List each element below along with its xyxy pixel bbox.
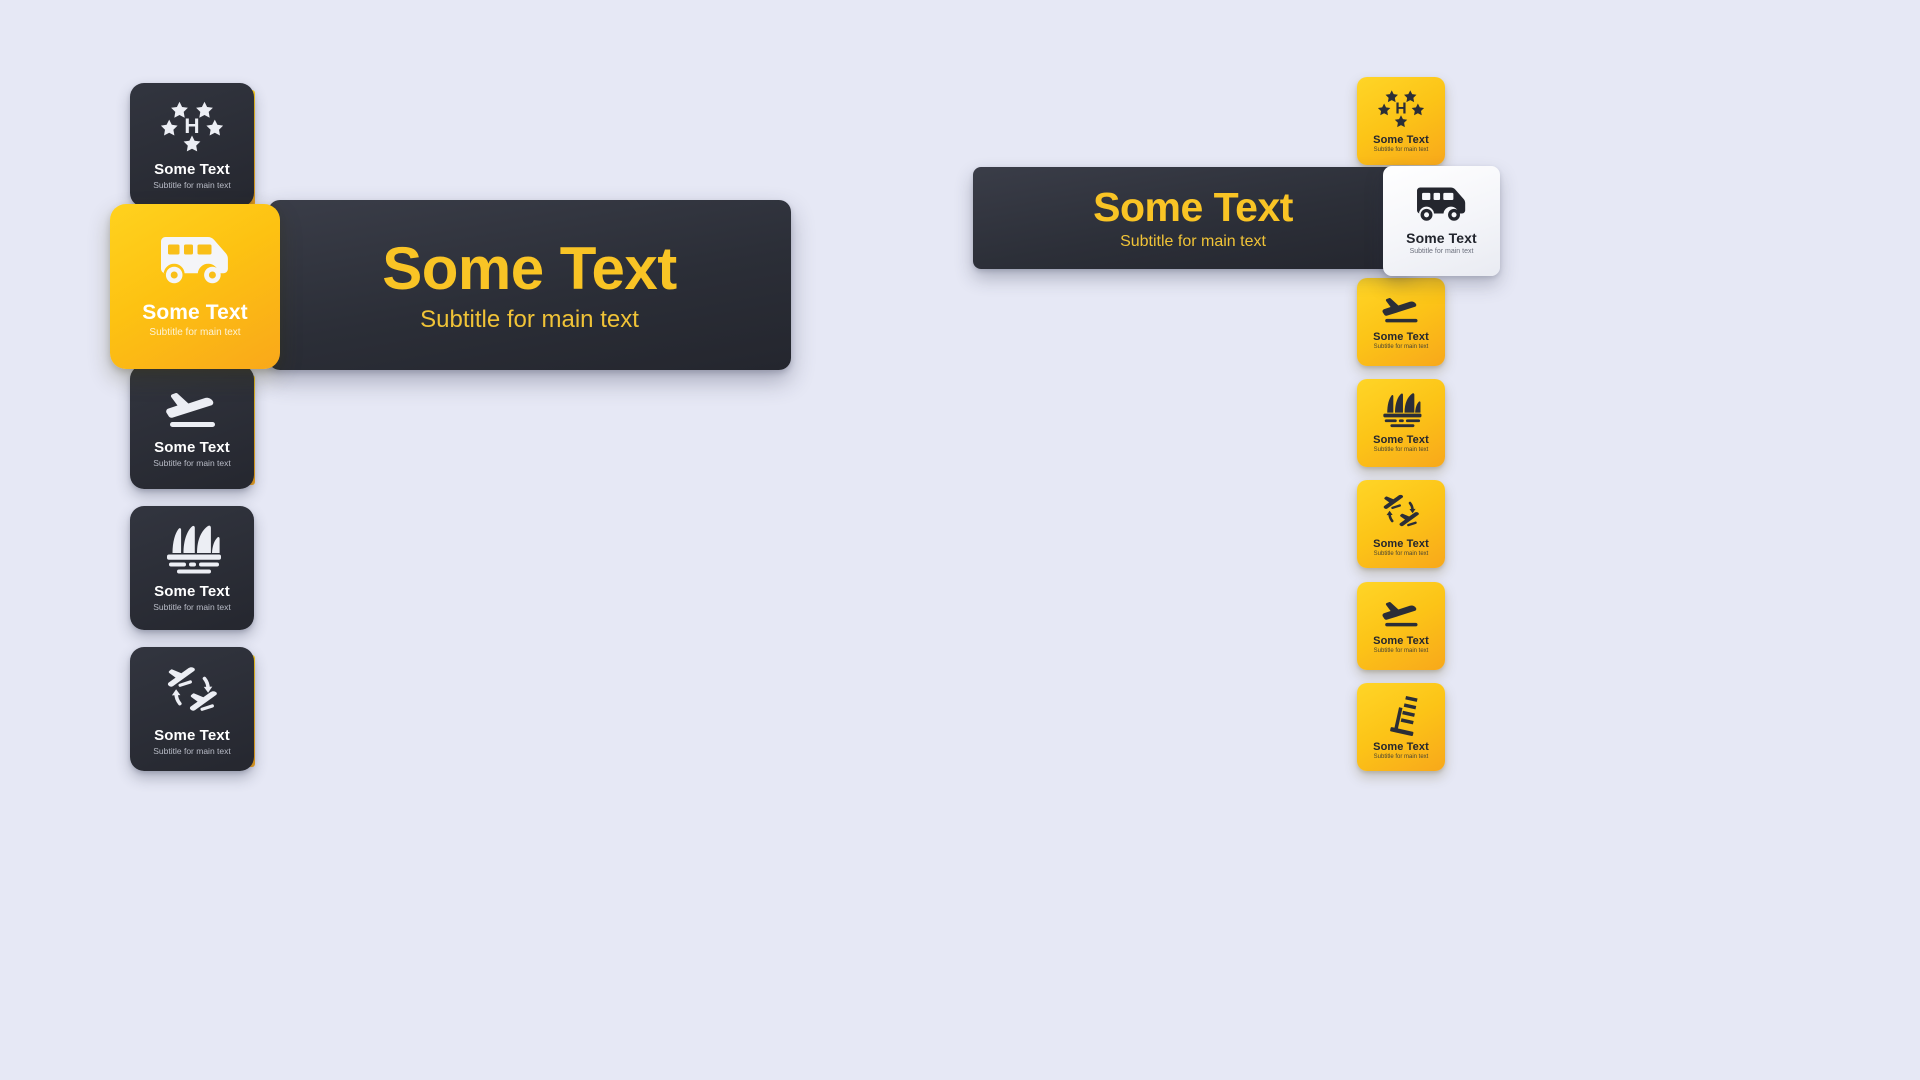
card-subtitle: Subtitle for main text: [1373, 550, 1429, 557]
plane-takeoff-icon: [159, 386, 225, 432]
card-hotel-stars[interactable]: H Some Text Subtitle for main text: [130, 83, 254, 207]
design-canvas: H Some Text Subtitle for main text Some …: [0, 0, 1920, 1080]
card-title: Some Text: [1373, 331, 1429, 344]
main-banner-right[interactable]: Some Text Subtitle for main text: [973, 167, 1413, 269]
card-subtitle: Subtitle for main text: [153, 457, 231, 468]
card-subtitle: Subtitle for main text: [153, 745, 231, 756]
card-title: Some Text: [1373, 635, 1429, 648]
svg-text:H: H: [184, 115, 199, 138]
variant-right: Some Text Subtitle for main text H Some …: [960, 0, 1920, 1080]
card-planes-around-globe[interactable]: Some Text Subtitle for main text: [1357, 480, 1445, 568]
banner-title: Some Text: [382, 234, 677, 302]
card-subtitle: Subtitle for main text: [1373, 146, 1429, 153]
card-opera-house[interactable]: Some Text Subtitle for main text: [130, 506, 254, 630]
card-subtitle: Subtitle for main text: [153, 601, 231, 612]
card-plane-takeoff[interactable]: Some Text Subtitle for main text: [130, 365, 254, 489]
card-title: Some Text: [142, 301, 248, 325]
card-subtitle: Subtitle for main text: [1373, 753, 1429, 760]
planes-around-globe-icon: [1378, 491, 1424, 533]
card-opera-house[interactable]: Some Text Subtitle for main text: [1357, 379, 1445, 467]
banner-title: Some Text: [1093, 183, 1293, 230]
card-minibus-active[interactable]: Some Text Subtitle for main text: [110, 204, 280, 369]
planes-around-globe-icon: [160, 662, 224, 720]
card-hotel-stars[interactable]: H Some Text Subtitle for main text: [1357, 77, 1445, 165]
minibus-icon: [1414, 186, 1469, 222]
card-planes-around-globe[interactable]: Some Text Subtitle for main text: [130, 647, 254, 771]
card-minibus-active[interactable]: Some Text Subtitle for main text: [1383, 166, 1500, 276]
opera-house-icon: [1377, 392, 1425, 429]
hotel-stars-icon: H: [1378, 89, 1424, 129]
card-title: Some Text: [154, 583, 230, 601]
card-title: Some Text: [1373, 740, 1429, 753]
card-subtitle: Subtitle for main text: [1373, 648, 1429, 655]
card-title: Some Text: [154, 439, 230, 457]
card-subtitle: Subtitle for main text: [1409, 248, 1474, 256]
card-title: Some Text: [1373, 133, 1429, 146]
banner-subtitle: Subtitle for main text: [1120, 232, 1266, 250]
card-leaning-tower[interactable]: Some Text Subtitle for main text: [1357, 683, 1445, 771]
card-subtitle: Subtitle for main text: [149, 326, 241, 338]
card-plane-takeoff[interactable]: Some Text Subtitle for main text: [1357, 278, 1445, 366]
banner-subtitle: Subtitle for main text: [420, 305, 639, 333]
card-title: Some Text: [1373, 537, 1429, 550]
svg-text:H: H: [1395, 100, 1406, 117]
card-subtitle: Subtitle for main text: [1373, 447, 1429, 454]
card-subtitle: Subtitle for main text: [1373, 344, 1429, 351]
variant-left: H Some Text Subtitle for main text Some …: [0, 0, 1000, 1080]
hotel-stars-icon: H: [161, 100, 223, 154]
main-banner-left[interactable]: Some Text Subtitle for main text: [268, 200, 791, 370]
plane-takeoff-icon: [1377, 293, 1425, 326]
card-title: Some Text: [1406, 229, 1477, 246]
card-plane-takeoff-secondary[interactable]: Some Text Subtitle for main text: [1357, 582, 1445, 670]
minibus-icon: [157, 235, 233, 285]
plane-takeoff-icon: [1377, 597, 1425, 630]
card-title: Some Text: [1373, 434, 1429, 447]
card-title: Some Text: [154, 161, 230, 179]
card-subtitle: Subtitle for main text: [153, 179, 231, 190]
card-title: Some Text: [154, 727, 230, 745]
leaning-tower-icon: [1380, 694, 1422, 736]
opera-house-icon: [158, 524, 226, 576]
